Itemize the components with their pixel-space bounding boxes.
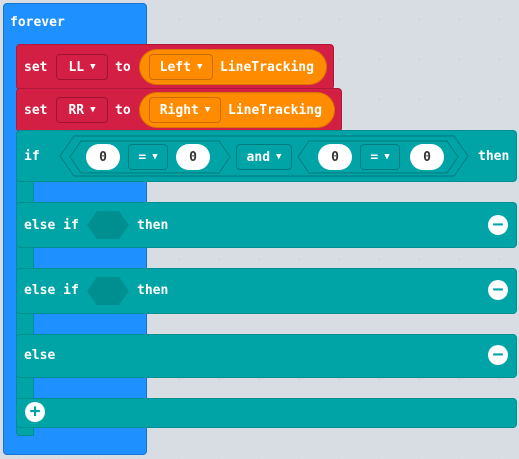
set-rr-set-label: set: [24, 103, 48, 118]
rr-variable-dropdown[interactable]: RR ▼: [56, 97, 108, 123]
left-a-number-input[interactable]: 0: [86, 144, 120, 170]
set-ll-set-label: set: [24, 60, 48, 75]
set-ll-to-label: to: [115, 60, 131, 75]
else-if-1-then-label: then: [137, 218, 169, 233]
if-block-footer[interactable]: [16, 398, 517, 428]
left-linetracking-label: LineTracking: [220, 60, 314, 75]
if-then-label: then: [478, 149, 510, 164]
right-linetracking-label: LineTracking: [228, 103, 322, 118]
caret-down-icon: ▼: [90, 62, 96, 72]
forever-label: forever: [10, 15, 65, 30]
caret-down-icon: ▼: [196, 62, 203, 72]
add-else-if-icon[interactable]: +: [25, 402, 45, 422]
remove-else-if-1-icon[interactable]: −: [488, 215, 508, 235]
else-if-2-empty-condition-slot[interactable]: [86, 276, 130, 306]
else-if-1-label: else if: [24, 218, 79, 233]
caret-down-icon: ▼: [204, 105, 211, 115]
operator-b-dropdown[interactable]: = ▼: [360, 144, 400, 170]
operator-a-dropdown[interactable]: = ▼: [128, 144, 168, 170]
side-left-dropdown[interactable]: Left ▼: [149, 54, 213, 80]
remove-else-if-2-icon[interactable]: −: [488, 280, 508, 300]
and-dropdown[interactable]: and ▼: [236, 144, 292, 170]
caret-down-icon: ▼: [384, 152, 390, 162]
left-b-number-input[interactable]: 0: [318, 144, 352, 170]
right-b-number-input[interactable]: 0: [410, 144, 444, 170]
caret-down-icon: ▼: [90, 105, 96, 115]
caret-down-icon: ▼: [152, 152, 158, 162]
set-rr-to-label: to: [115, 103, 131, 118]
else-if-2-then-label: then: [137, 283, 169, 298]
caret-down-icon: ▼: [276, 152, 282, 162]
right-a-number-input[interactable]: 0: [176, 144, 210, 170]
else-if-1-empty-condition-slot[interactable]: [86, 210, 130, 240]
remove-else-icon[interactable]: −: [488, 345, 508, 365]
else-if-2-label: else if: [24, 283, 79, 298]
else-header[interactable]: [16, 334, 517, 378]
side-right-dropdown[interactable]: Right ▼: [149, 97, 221, 123]
ll-variable-dropdown[interactable]: LL ▼: [56, 54, 108, 80]
else-label: else: [24, 348, 56, 363]
if-label: if: [24, 149, 40, 164]
